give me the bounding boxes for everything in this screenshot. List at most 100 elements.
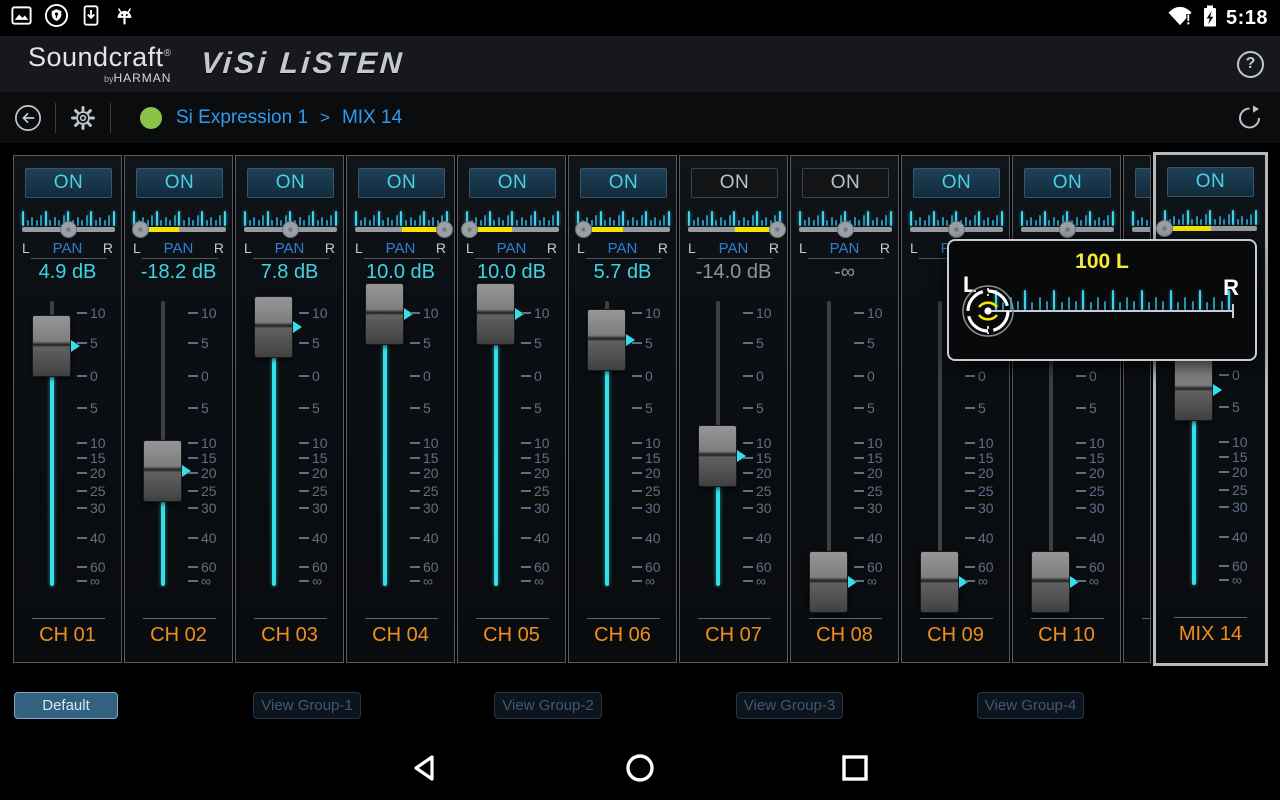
- fader-scale-mark: 10: [77, 435, 106, 451]
- channel-on-button[interactable]: ON: [691, 168, 778, 198]
- pan-slider[interactable]: [688, 221, 786, 238]
- fader-scale-mark: 25: [188, 483, 217, 499]
- pan-slider[interactable]: [1156, 220, 1257, 237]
- pan-popup-ruler[interactable]: [989, 310, 1234, 312]
- channel-strip-ch-10: ONLPANR1050510152025304060∞CH 10: [1012, 155, 1121, 663]
- channel-on-button[interactable]: ON: [136, 168, 223, 198]
- fader-knob[interactable]: [365, 283, 413, 346]
- battery-charging-icon: [1202, 4, 1218, 33]
- pan-slider[interactable]: [910, 221, 1003, 238]
- pan-slider[interactable]: [1132, 227, 1150, 232]
- channel-on-button[interactable]: ON: [1167, 167, 1254, 197]
- view-button-view-group-1[interactable]: View Group-1: [253, 692, 361, 719]
- pan-tick: [1089, 211, 1092, 226]
- scale-tick: [632, 442, 642, 444]
- fader-scale-mark: ∞: [410, 573, 433, 589]
- pan-slider[interactable]: [244, 221, 337, 238]
- settings-gear-icon[interactable]: [69, 104, 97, 132]
- channel-on-button[interactable]: ON: [358, 168, 445, 198]
- fader-knob[interactable]: [920, 551, 968, 613]
- mixer-strip-area: ON L PAN R 4.9 dB 10 5 0 5 10 15 20 25 30 40 60 ∞ CH 01 ON…: [13, 152, 1268, 666]
- fader-knob[interactable]: [1174, 359, 1222, 422]
- scale-tick: [743, 472, 753, 474]
- scale-tick: [632, 312, 642, 314]
- fader-knob[interactable]: [809, 551, 857, 613]
- pan-knob[interactable]: [282, 221, 299, 238]
- pan-slider[interactable]: [575, 221, 670, 238]
- pan-knob[interactable]: [1059, 221, 1076, 238]
- help-icon[interactable]: ?: [1237, 50, 1264, 78]
- channel-on-button[interactable]: ON: [913, 168, 1000, 198]
- fader-knob[interactable]: [143, 439, 191, 502]
- pan-tick: [266, 211, 269, 226]
- pan-knob[interactable]: [575, 221, 593, 238]
- pan-slider[interactable]: [22, 221, 115, 238]
- pan-knob[interactable]: [60, 221, 77, 238]
- fader-knob[interactable]: [476, 283, 524, 346]
- pan-knob[interactable]: [768, 221, 786, 238]
- fader-knob[interactable]: [587, 309, 635, 372]
- channel-on-button[interactable]: ON: [469, 168, 556, 198]
- breadcrumb-device[interactable]: Si Expression 1: [176, 107, 308, 129]
- scale-tick: [1076, 580, 1086, 582]
- scale-tick: [521, 490, 531, 492]
- scale-tick: [410, 537, 420, 539]
- pan-slider[interactable]: [799, 221, 892, 238]
- scale-tick: [1219, 536, 1229, 538]
- fader-knob[interactable]: [254, 295, 302, 358]
- view-button-default[interactable]: Default: [14, 692, 118, 719]
- pan-tick: [636, 220, 639, 226]
- pan-tick: [506, 215, 509, 226]
- channel-on-button[interactable]: ON: [580, 168, 667, 198]
- pan-tick: [978, 211, 981, 226]
- channel-on-button[interactable]: ON: [247, 168, 334, 198]
- pan-slider[interactable]: [1021, 221, 1114, 238]
- fader-scale-mark: 40: [1076, 530, 1105, 546]
- scale-tick: [632, 580, 642, 582]
- fader-knob[interactable]: [32, 315, 80, 378]
- back-icon[interactable]: [410, 753, 440, 788]
- refresh-icon[interactable]: [1236, 104, 1264, 132]
- channel-on-button[interactable]: ON: [802, 168, 889, 198]
- fader-scale-mark: ∞: [1219, 572, 1242, 588]
- scale-value: 20: [201, 465, 217, 481]
- fader-knob[interactable]: [1031, 551, 1079, 613]
- fader-scale-mark: 20: [299, 465, 328, 481]
- scale-value: 25: [1089, 483, 1105, 499]
- view-button-view-group-4[interactable]: View Group-4: [977, 692, 1084, 719]
- scale-value: 5: [423, 335, 431, 351]
- back-icon[interactable]: [14, 104, 42, 132]
- pan-tick: [44, 211, 47, 226]
- scale-value: 15: [312, 450, 328, 466]
- pan-slider[interactable]: [355, 221, 453, 238]
- scale-tick: [854, 407, 864, 409]
- pan-slider[interactable]: [131, 221, 226, 238]
- fader-knob[interactable]: [698, 425, 746, 488]
- channel-on-button[interactable]: ON: [25, 168, 112, 198]
- scale-value: 5: [645, 400, 653, 416]
- scale-tick: [854, 442, 864, 444]
- channel-on-button[interactable]: ON: [1135, 168, 1150, 198]
- fader-scale-mark: ∞: [521, 573, 544, 589]
- scale-tick: [77, 457, 87, 459]
- pan-slider[interactable]: [461, 221, 559, 238]
- pan-knob[interactable]: [131, 221, 149, 238]
- scale-tick: [1219, 406, 1229, 408]
- pan-knob[interactable]: [837, 221, 854, 238]
- pan-knob[interactable]: [1156, 220, 1173, 237]
- pan-knob[interactable]: [948, 221, 965, 238]
- recents-icon[interactable]: [840, 753, 870, 788]
- fader-track[interactable]: [938, 301, 942, 582]
- fader-track[interactable]: [827, 301, 831, 582]
- pan-knob[interactable]: [435, 221, 453, 238]
- pan-tick: [201, 211, 204, 226]
- channel-on-button[interactable]: ON: [1024, 168, 1111, 198]
- scale-value: 20: [1089, 465, 1105, 481]
- fader-fill: [50, 346, 54, 586]
- pan-popup-target-icon[interactable]: [959, 282, 1017, 345]
- view-button-view-group-3[interactable]: View Group-3: [736, 692, 843, 719]
- pan-knob[interactable]: [461, 221, 479, 238]
- home-icon[interactable]: [625, 753, 655, 788]
- view-button-view-group-2[interactable]: View Group-2: [494, 692, 602, 719]
- scale-value: ∞: [423, 573, 433, 589]
